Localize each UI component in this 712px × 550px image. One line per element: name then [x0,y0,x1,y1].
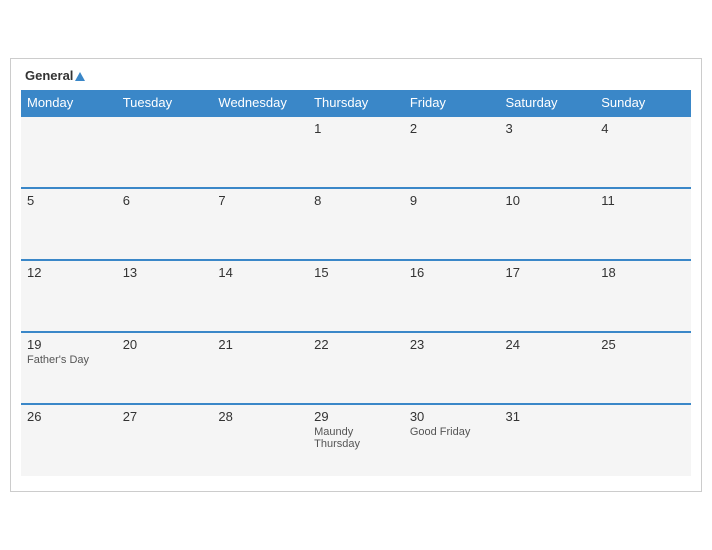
day-number: 3 [506,121,590,136]
day-number: 30 [410,409,494,424]
day-cell [595,404,691,476]
day-number: 13 [123,265,207,280]
day-cell: 26 [21,404,117,476]
day-number: 29 [314,409,398,424]
week-row-0: 1234 [21,116,691,188]
day-cell [21,116,117,188]
day-number: 31 [506,409,590,424]
day-number: 14 [218,265,302,280]
day-cell [117,116,213,188]
day-number: 27 [123,409,207,424]
day-number: 16 [410,265,494,280]
day-number: 1 [314,121,398,136]
day-cell: 7 [212,188,308,260]
day-number: 28 [218,409,302,424]
week-row-2: 12 13 14 15 16 17 18 [21,260,691,332]
day-number: 24 [506,337,590,352]
day-number: 21 [218,337,302,352]
holiday-label: Good Friday [410,426,494,438]
day-cell: 16 [404,260,500,332]
holiday-label: Father's Day [27,354,111,366]
day-cell: 30 Good Friday [404,404,500,476]
day-cell: 14 [212,260,308,332]
day-number: 18 [601,265,685,280]
day-cell: 13 [117,260,213,332]
day-number: 10 [506,193,590,208]
day-cell: 4 [595,116,691,188]
day-number: 25 [601,337,685,352]
day-number: 6 [123,193,207,208]
logo: General [25,69,85,82]
day-cell: 19 Father's Day [21,332,117,404]
day-cell: 25 [595,332,691,404]
day-number: 23 [410,337,494,352]
day-cell: 1 [308,116,404,188]
weekday-header-sunday: Sunday [595,90,691,116]
day-number: 12 [27,265,111,280]
day-number: 15 [314,265,398,280]
day-cell: 3 [500,116,596,188]
day-cell: 21 [212,332,308,404]
week-row-3: 19 Father's Day 20 21 22 23 24 25 [21,332,691,404]
day-number: 2 [410,121,494,136]
day-cell: 9 [404,188,500,260]
weekday-header-row: MondayTuesdayWednesdayThursdayFridaySatu… [21,90,691,116]
weekday-header-wednesday: Wednesday [212,90,308,116]
day-cell: 2 [404,116,500,188]
calendar-container: General MondayTuesdayWednesdayThursdayFr… [10,58,702,492]
day-number: 9 [410,193,494,208]
calendar-grid: MondayTuesdayWednesdayThursdayFridaySatu… [21,90,691,476]
weekday-header-saturday: Saturday [500,90,596,116]
day-cell: 18 [595,260,691,332]
day-number: 11 [601,193,685,208]
day-cell: 12 [21,260,117,332]
logo-general-text: General [25,69,85,82]
calendar-header: General [21,69,691,82]
day-number: 5 [27,193,111,208]
day-cell: 17 [500,260,596,332]
week-row-1: 56789 10 11 [21,188,691,260]
day-cell: 11 [595,188,691,260]
day-cell: 8 [308,188,404,260]
day-cell: 24 [500,332,596,404]
day-cell [212,116,308,188]
holiday-label: Maundy Thursday [314,426,398,450]
day-cell: 20 [117,332,213,404]
day-number: 8 [314,193,398,208]
day-cell: 29 Maundy Thursday [308,404,404,476]
day-cell: 10 [500,188,596,260]
day-number: 7 [218,193,302,208]
weekday-header-monday: Monday [21,90,117,116]
day-cell: 6 [117,188,213,260]
day-number: 4 [601,121,685,136]
day-cell: 27 [117,404,213,476]
day-number: 19 [27,337,111,352]
day-number: 20 [123,337,207,352]
weekday-header-friday: Friday [404,90,500,116]
logo-triangle-icon [75,72,85,81]
week-row-4: 26 27 28 29 Maundy Thursday 30 Good Friday 31 [21,404,691,476]
weekday-header-tuesday: Tuesday [117,90,213,116]
day-number: 26 [27,409,111,424]
day-cell: 23 [404,332,500,404]
day-number: 22 [314,337,398,352]
day-cell: 31 [500,404,596,476]
weekday-header-thursday: Thursday [308,90,404,116]
day-cell: 22 [308,332,404,404]
day-cell: 28 [212,404,308,476]
day-cell: 5 [21,188,117,260]
day-number: 17 [506,265,590,280]
day-cell: 15 [308,260,404,332]
